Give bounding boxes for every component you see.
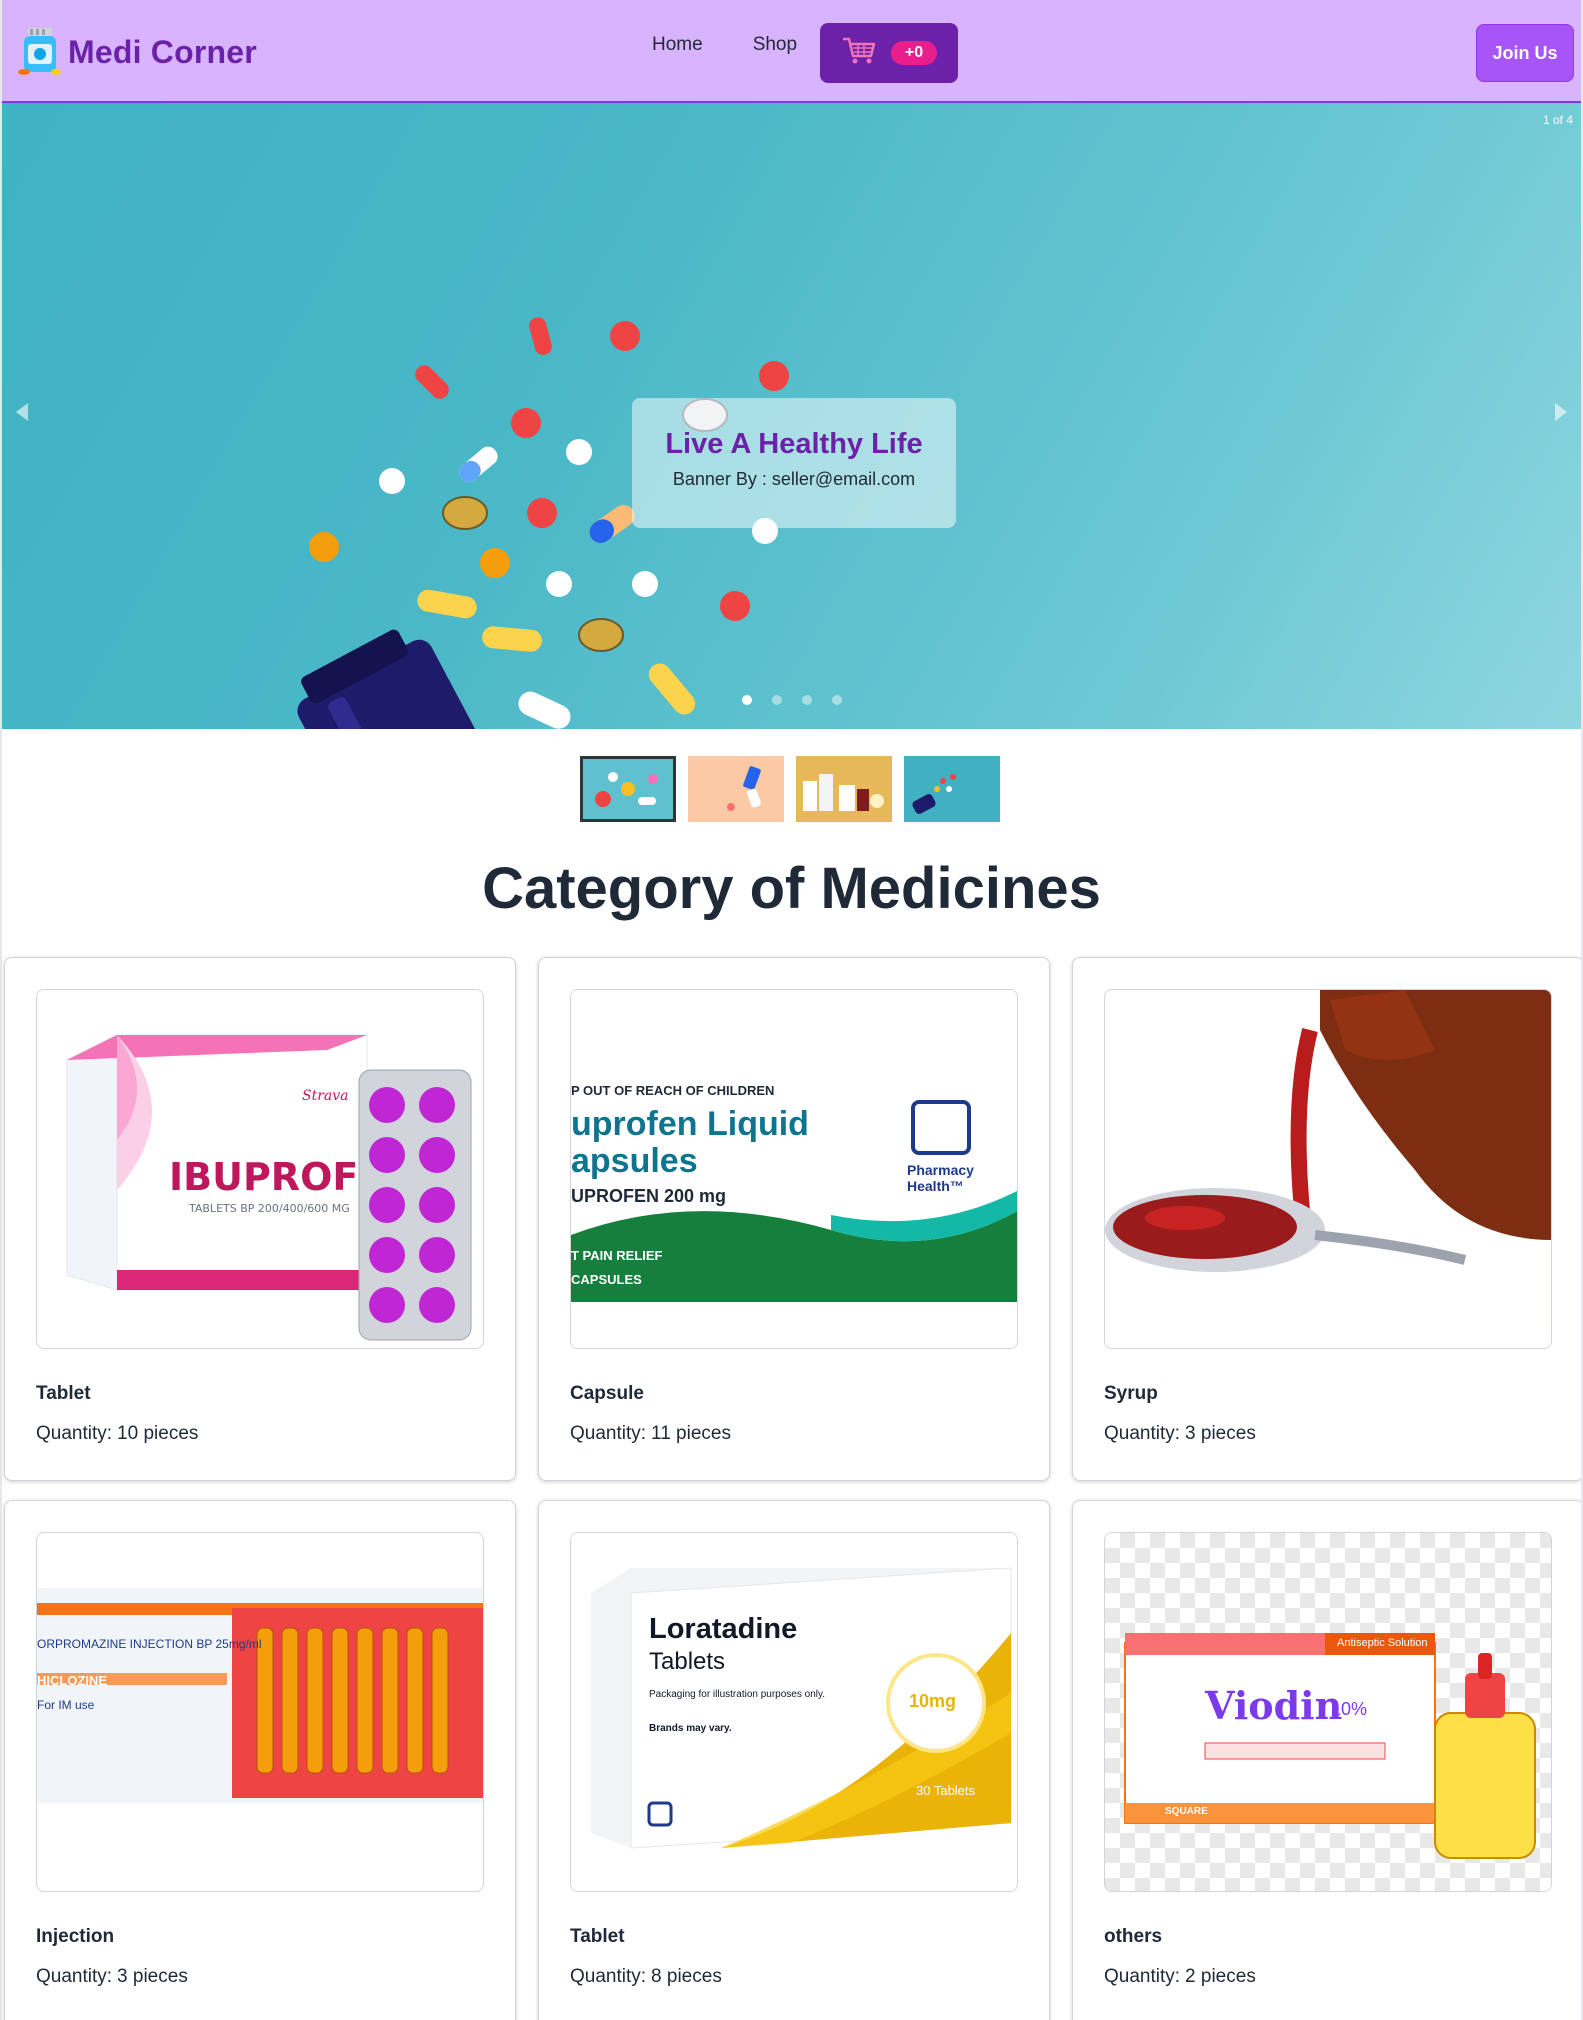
- quantity-label: Quantity:: [1104, 1966, 1181, 1987]
- quantity-label: Quantity:: [36, 1423, 113, 1444]
- join-us-button[interactable]: Join Us: [1476, 24, 1574, 82]
- loratadine-count: 30 Tablets: [916, 1783, 976, 1798]
- product-line2: apsules: [571, 1142, 698, 1180]
- brand-name: Medi Corner: [68, 33, 257, 70]
- category-quantity: Quantity: 2 pieces: [1104, 1966, 1256, 1988]
- banner-thumbnails: [580, 756, 1000, 822]
- navbar: Medi Corner Home Shop +0 Join Us: [2, 0, 1581, 103]
- loratadine-note2: Brands may vary.: [649, 1723, 732, 1734]
- brand-link[interactable]: Medi Corner: [18, 26, 257, 78]
- strip-text-2: CAPSULES: [571, 1272, 642, 1287]
- nav-home-link[interactable]: Home: [652, 34, 703, 56]
- viodin-brand: Viodin: [1205, 1683, 1343, 1728]
- thumbnail-3[interactable]: [796, 756, 892, 822]
- loratadine-subtitle: Tablets: [649, 1648, 726, 1675]
- category-name: Injection: [36, 1926, 115, 1947]
- slide-dot-2[interactable]: [772, 695, 782, 705]
- category-name: Tablet: [570, 1926, 625, 1947]
- quantity-label: Quantity:: [570, 1423, 647, 1444]
- warning-text: P OUT OF REACH OF CHILDREN: [571, 1083, 775, 1098]
- page: Medi Corner Home Shop +0 Join Us 1 of 4 …: [0, 0, 1583, 2020]
- ibuprofen-capsules-image: P OUT OF REACH OF CHILDREN uprofen Liqui…: [570, 989, 1018, 1349]
- category-card-syrup[interactable]: Syrup Quantity: 3 pieces: [1072, 957, 1581, 1481]
- quantity-label: Quantity:: [36, 1966, 113, 1987]
- brand-text: Pharmacy Health™: [907, 1162, 974, 1194]
- product-line1: uprofen Liquid: [571, 1105, 809, 1143]
- nav-links: Home Shop: [652, 34, 797, 56]
- category-quantity: Quantity: 3 pieces: [1104, 1423, 1256, 1445]
- injection-text-3: For IM use: [37, 1698, 95, 1712]
- viodin-tag: Antiseptic Solution: [1337, 1637, 1428, 1649]
- viodin-pct: 10%: [1331, 1699, 1368, 1719]
- category-card-tablet[interactable]: IBUPROFEN TABLETS BP 200/400/600 MG Stra…: [4, 957, 516, 1481]
- quantity-value: 2 pieces: [1185, 1966, 1256, 1987]
- category-quantity: Quantity: 10 pieces: [36, 1423, 198, 1445]
- svg-text:TABLETS BP 200/400/600 MG: TABLETS BP 200/400/600 MG: [188, 1202, 350, 1215]
- category-card-others[interactable]: Viodin 10% Antiseptic Solution SQUARE ot…: [1072, 1500, 1581, 2020]
- loratadine-title: Loratadine: [649, 1613, 798, 1645]
- injection-text-1: ORPROMAZINE INJECTION BP 25mg/ml: [37, 1637, 262, 1651]
- shopping-cart-icon: [841, 36, 877, 71]
- category-name: Syrup: [1104, 1383, 1158, 1404]
- product-dose: UPROFEN 200 mg: [571, 1186, 727, 1206]
- banner-carousel: 1 of 4 Live A Healthy Life Banner By : s…: [2, 103, 1581, 729]
- category-card-tablet-loratadine[interactable]: Loratadine Tablets Packaging for illustr…: [538, 1500, 1050, 2020]
- ibuprofen-tablets-image: IBUPROFEN TABLETS BP 200/400/600 MG Stra…: [36, 989, 484, 1349]
- cart-button[interactable]: +0: [820, 23, 958, 83]
- nav-shop-link[interactable]: Shop: [753, 34, 797, 56]
- quantity-value: 8 pieces: [651, 1966, 722, 1987]
- viodin-image: Viodin 10% Antiseptic Solution SQUARE: [1104, 1532, 1552, 1892]
- viodin-maker: SQUARE: [1165, 1806, 1208, 1817]
- quantity-value: 3 pieces: [117, 1966, 188, 1987]
- slide-counter: 1 of 4: [1542, 113, 1573, 127]
- pill-bottle-logo-icon: [18, 26, 62, 78]
- injection-image: ORPROMAZINE INJECTION BP 25mg/ml HICLOZI…: [36, 1532, 484, 1892]
- thumbnail-4[interactable]: [904, 756, 1000, 822]
- slide-dot-4[interactable]: [832, 695, 842, 705]
- quantity-value: 11 pieces: [651, 1423, 731, 1444]
- category-name: Tablet: [36, 1383, 91, 1404]
- category-card-capsule[interactable]: P OUT OF REACH OF CHILDREN uprofen Liqui…: [538, 957, 1050, 1481]
- category-card-injection[interactable]: ORPROMAZINE INJECTION BP 25mg/ml HICLOZI…: [4, 1500, 516, 2020]
- category-quantity: Quantity: 8 pieces: [570, 1966, 722, 1988]
- quantity-value: 10 pieces: [117, 1423, 199, 1444]
- pharmacy-mortar-icon: [911, 1100, 971, 1155]
- slide-dot-1[interactable]: [742, 695, 752, 705]
- category-name: Capsule: [570, 1383, 644, 1404]
- cart-count-badge: +0: [890, 41, 938, 65]
- syrup-image: [1104, 989, 1552, 1349]
- banner-title: Live A Healthy Life: [665, 428, 923, 460]
- loratadine-note: Packaging for illustration purposes only…: [649, 1689, 826, 1700]
- slide-dot-3[interactable]: [802, 695, 812, 705]
- thumbnail-2[interactable]: [688, 756, 784, 822]
- quantity-label: Quantity:: [570, 1966, 647, 1987]
- thumbnail-1[interactable]: [580, 756, 676, 822]
- svg-text:Strava: Strava: [302, 1088, 349, 1104]
- strip-text-1: T PAIN RELIEF: [571, 1248, 663, 1263]
- banner-legend: Live A Healthy Life Banner By : seller@e…: [632, 398, 956, 528]
- category-quantity: Quantity: 11 pieces: [570, 1423, 731, 1445]
- category-name: others: [1104, 1926, 1163, 1947]
- loratadine-dose: 10mg: [909, 1691, 957, 1711]
- prev-slide-arrow-icon[interactable]: [16, 403, 28, 421]
- injection-text-2: HICLOZINE: [37, 1673, 108, 1688]
- slide-dots: [742, 695, 842, 705]
- category-quantity: Quantity: 3 pieces: [36, 1966, 188, 1988]
- quantity-value: 3 pieces: [1185, 1423, 1256, 1444]
- quantity-label: Quantity:: [1104, 1423, 1181, 1444]
- category-section-title: Category of Medicines: [482, 856, 1101, 921]
- banner-subtitle: Banner By : seller@email.com: [672, 469, 916, 489]
- next-slide-arrow-icon[interactable]: [1555, 403, 1567, 421]
- loratadine-image: Loratadine Tablets Packaging for illustr…: [570, 1532, 1018, 1892]
